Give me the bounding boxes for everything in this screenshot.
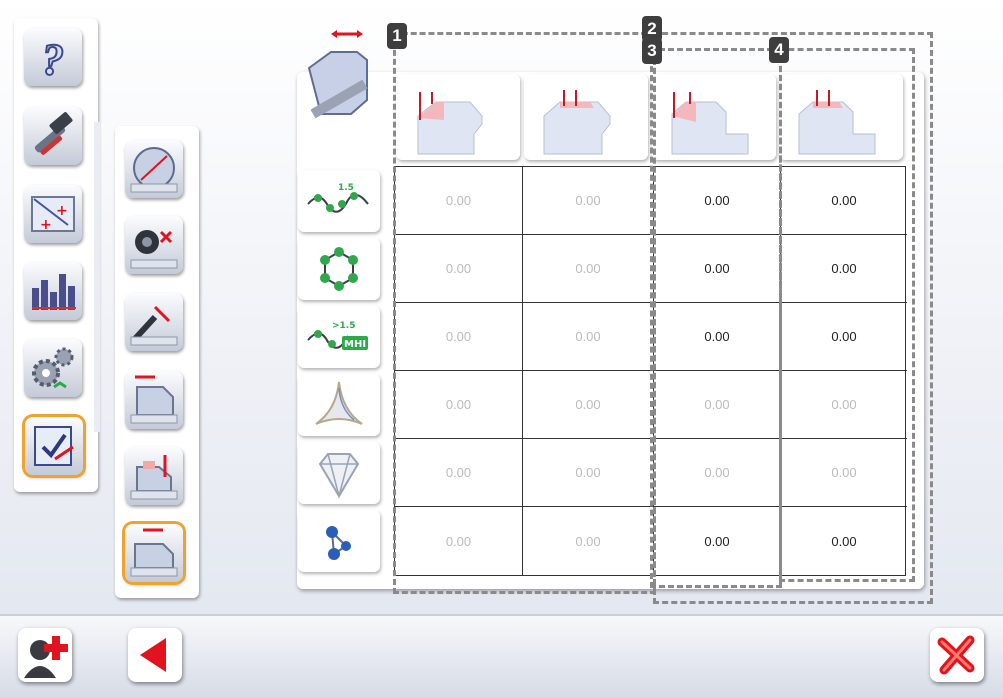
- table-cell[interactable]: 0.00: [523, 167, 654, 235]
- row-header-6[interactable]: [298, 510, 380, 572]
- measurement-checklist-icon: [34, 426, 74, 466]
- table-cell[interactable]: 0.00: [781, 235, 907, 303]
- bevel-width-header-icon: [303, 28, 369, 126]
- help-icon: ?: [41, 34, 65, 85]
- table-cell[interactable]: 0.00: [654, 235, 781, 303]
- table-cell[interactable]: 0.00: [654, 167, 781, 235]
- angle-measure-button[interactable]: [125, 293, 183, 351]
- angle-measure-icon: [130, 305, 178, 346]
- width-measure-icon: [130, 375, 178, 424]
- table-cell[interactable]: 0.00: [395, 167, 523, 235]
- diameter-measure-button[interactable]: [125, 140, 183, 198]
- table-cell[interactable]: 0.00: [654, 507, 781, 575]
- table-cell[interactable]: 0.00: [781, 439, 907, 507]
- column-header-4[interactable]: [779, 74, 903, 160]
- step-bevel-high-icon: [798, 90, 876, 155]
- row-header-2[interactable]: [298, 238, 380, 300]
- close-icon: [937, 635, 975, 675]
- add-user-button[interactable]: [18, 628, 72, 682]
- column-header-1[interactable]: [396, 74, 520, 160]
- svg-text:>1.5: >1.5: [332, 321, 355, 331]
- row-header-3[interactable]: >1.5 MHI: [298, 306, 380, 368]
- table-cell[interactable]: 0.00: [523, 439, 654, 507]
- bevel-measure-button[interactable]: [125, 524, 183, 582]
- triangle-star-icon: [315, 381, 363, 425]
- svg-text:+: +: [56, 203, 68, 219]
- table-cell[interactable]: 0.00: [654, 303, 781, 371]
- column-header-3[interactable]: [652, 74, 776, 160]
- table-cell[interactable]: 0.00: [781, 507, 907, 575]
- bevel-left-high-icon: [543, 90, 611, 155]
- table-cell[interactable]: 0.00: [395, 235, 523, 303]
- table-cell[interactable]: 0.00: [395, 371, 523, 439]
- table-cell[interactable]: 0.00: [523, 507, 654, 575]
- group-badge-3: 3: [642, 38, 662, 64]
- row-header-5[interactable]: [298, 442, 380, 504]
- svg-text:+: +: [40, 217, 52, 233]
- statistics-button[interactable]: [24, 262, 82, 320]
- curve-1-5-icon: 1.5: [307, 183, 369, 213]
- settings-button[interactable]: [24, 339, 82, 397]
- column-header-2[interactable]: [524, 74, 648, 160]
- points-button[interactable]: + +: [24, 185, 82, 243]
- table-cell[interactable]: 0.00: [395, 507, 523, 575]
- width-measure-button[interactable]: [125, 371, 183, 429]
- height-measure-button[interactable]: [125, 447, 183, 505]
- bevel-measure-icon: [130, 528, 178, 577]
- back-button[interactable]: [128, 628, 182, 682]
- table-cell[interactable]: 0.00: [654, 439, 781, 507]
- probe-measure-button[interactable]: [125, 216, 183, 274]
- tools-button[interactable]: [24, 107, 82, 165]
- table-cell[interactable]: 0.00: [523, 303, 654, 371]
- diamond-icon: [318, 453, 360, 499]
- svg-text:?: ?: [42, 35, 64, 84]
- group-badge-4: 4: [769, 37, 789, 63]
- help-button[interactable]: ?: [24, 28, 82, 86]
- settings-icon: [32, 347, 74, 389]
- curve-mhi-icon: >1.5 MHI: [307, 321, 368, 350]
- group-badge-1: 1: [387, 23, 407, 49]
- points-icon: + +: [31, 196, 75, 233]
- polygon-icon: [320, 247, 358, 291]
- molecule-icon: [326, 526, 351, 560]
- svg-text:MHI: MHI: [344, 339, 366, 350]
- step-bevel-low-icon: [671, 92, 749, 155]
- close-button[interactable]: [930, 628, 984, 682]
- table-cell[interactable]: 0.00: [781, 167, 907, 235]
- add-user-icon: [24, 636, 68, 678]
- table-cell[interactable]: 0.00: [781, 303, 907, 371]
- bevel-left-low-icon: [417, 92, 483, 155]
- svg-text:1.5: 1.5: [338, 183, 354, 193]
- probe-measure-icon: [130, 230, 178, 269]
- table-cell[interactable]: 0.00: [654, 371, 781, 439]
- bevel-values-table: 0.00 0.00 0.00 0.00 0.00 0.00 0.00 0.00 …: [394, 166, 907, 576]
- height-measure-icon: [130, 455, 178, 500]
- back-arrow-icon: [140, 638, 166, 672]
- statistics-icon: [32, 274, 76, 310]
- table-cell[interactable]: 0.00: [523, 371, 654, 439]
- tools-icon: [34, 112, 73, 155]
- table-cell[interactable]: 0.00: [395, 439, 523, 507]
- table-cell[interactable]: 0.00: [395, 303, 523, 371]
- table-cell[interactable]: 0.00: [781, 371, 907, 439]
- table-cell[interactable]: 0.00: [523, 235, 654, 303]
- toolbar-divider: [94, 122, 100, 432]
- diameter-measure-icon: [130, 147, 178, 193]
- row-header-4[interactable]: [298, 374, 380, 436]
- measurement-checklist-button[interactable]: [25, 417, 83, 475]
- row-header-1[interactable]: 1.5: [298, 170, 380, 232]
